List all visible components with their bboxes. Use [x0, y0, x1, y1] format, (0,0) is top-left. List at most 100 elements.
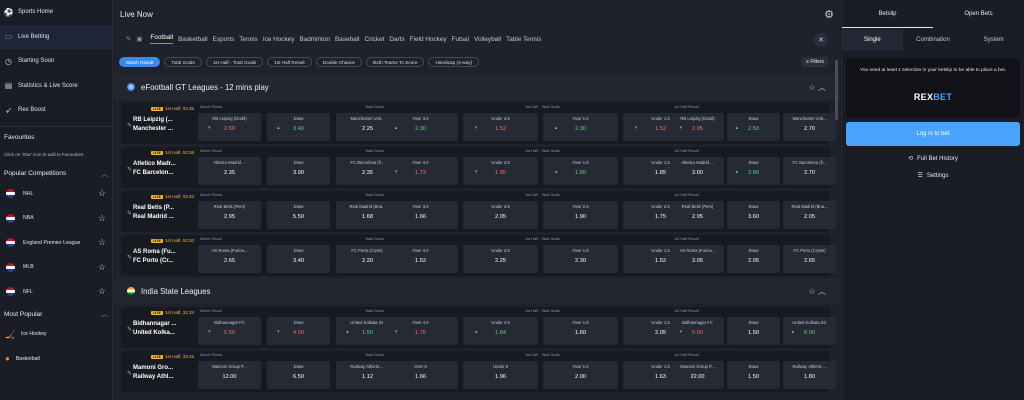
market-pill-1st-half-total-goals[interactable]: 1st Half - Total Goals: [205, 57, 264, 67]
tab-basketball[interactable]: Basketball: [178, 36, 208, 43]
odds-button[interactable]: Over 1.5 2.30: [543, 245, 618, 273]
tab-volleyball[interactable]: Volleyball: [474, 36, 501, 43]
odds-button[interactable]: ▾ Draw 4.00: [267, 317, 330, 345]
star-icon[interactable]: ☆: [98, 213, 106, 224]
sidebar-item-statistics-live-score[interactable]: ▤ Statistics & Live Score: [0, 74, 112, 99]
odds-button[interactable]: Under 3.5 2.25: [463, 245, 538, 273]
star-icon[interactable]: ☆: [809, 287, 818, 296]
tab-open-bets[interactable]: Open Bets: [933, 0, 1024, 28]
odds-button[interactable]: Mamoni Group P... 22.00: [671, 361, 724, 389]
odds-button[interactable]: Atletico Madrid ... 3.60: [671, 157, 724, 185]
odds-button[interactable]: Under 3.5 2.05: [463, 201, 538, 229]
odds-button[interactable]: ▴ Draw 2.50: [727, 113, 780, 141]
sidebar-item-live-betting[interactable]: ▭ Live Betting: [0, 24, 112, 49]
odds-button[interactable]: AS Roma (Furiou... 2.65: [198, 245, 261, 273]
filters-button[interactable]: ≡ Filters: [802, 57, 828, 67]
most-popular-ice-hockey[interactable]: 🏒 Ice Hockey: [0, 322, 112, 347]
match-row[interactable]: LIVE1st Half, 02:30✎AS Roma (Fu...0FC Po…: [121, 235, 836, 276]
star-icon[interactable]: ☆: [98, 286, 106, 297]
odds-button[interactable]: Draw 5.50: [267, 201, 330, 229]
tab-darts[interactable]: Darts: [389, 36, 404, 43]
odds-button[interactable]: FC Barcelona (fr... 2.70: [783, 157, 836, 185]
odds-button[interactable]: ▾ Bidhannagar FC 5.50: [671, 317, 724, 345]
match-row[interactable]: LIVE1st Half, 33:15✎Mamoni Gro...0Railwa…: [121, 351, 836, 392]
market-pill-both-teams-to-score[interactable]: Both Teams To Score: [366, 57, 425, 67]
odds-button[interactable]: ▾ Over 3.5 1.73: [383, 157, 458, 185]
odds-button[interactable]: Atletico Madrid ... 2.35: [198, 157, 261, 185]
odds-button[interactable]: Railway Athletic ... 1.80: [783, 361, 836, 389]
tab-tennis[interactable]: Tennis: [239, 36, 257, 43]
odds-button[interactable]: Under 5 1.96: [463, 361, 538, 389]
odds-button[interactable]: ▴ Over 1.5 1.80: [543, 157, 618, 185]
odds-button[interactable]: Draw 1.50: [727, 317, 780, 345]
chevron-up-icon[interactable]: ︿: [818, 83, 826, 92]
odds-button[interactable]: Draw 3.40: [267, 245, 330, 273]
market-pill-match-result[interactable]: Match Result: [119, 57, 161, 67]
odds-button[interactable]: ▾ Under 3.5 1.95: [463, 157, 538, 185]
odds-button[interactable]: ▴ Draw 3.40: [267, 113, 330, 141]
competition-nfl[interactable]: NFL ☆: [0, 280, 112, 305]
star-icon[interactable]: ☆: [98, 237, 106, 248]
odds-button[interactable]: ▾ RB Leipzig (Dodd) 2.60: [198, 113, 261, 141]
odds-button[interactable]: ▴ United Kolkata SC 6.00: [783, 317, 836, 345]
market-pill-total-goals[interactable]: Total Goals: [164, 57, 202, 67]
league-header[interactable]: eFootball GT Leagues - 12 mins play ☆ ︿: [114, 74, 840, 100]
market-pill-handicap-3-way-[interactable]: Handicap (3-way): [428, 57, 480, 67]
odds-button[interactable]: Over 5 1.66: [383, 361, 458, 389]
odds-button[interactable]: Over 1.5 2.00: [543, 361, 618, 389]
odds-button[interactable]: Over 3.5 1.66: [383, 201, 458, 229]
settings-link[interactable]: ☰ Settings: [842, 167, 1024, 184]
match-row[interactable]: LIVE1st Half, 02:33✎Real Betis (P...0Rea…: [121, 191, 836, 232]
popular-competitions-title[interactable]: Popular Competitions ︿: [0, 166, 112, 182]
odds-button[interactable]: Over 1.5 1.60: [543, 317, 618, 345]
odds-button[interactable]: ▴ Draw 2.80: [727, 157, 780, 185]
odds-button[interactable]: Mamoni Group P... 12.00: [198, 361, 261, 389]
match-row[interactable]: LIVE1st Half, 02:36✎Atletico Madr...1FC …: [121, 147, 836, 188]
sport-filter-icon[interactable]: ✎: [126, 35, 131, 43]
stats-icon[interactable]: ✎: [127, 122, 132, 129]
tab-betslip[interactable]: Betslip: [842, 0, 933, 28]
odds-button[interactable]: Real Madrid (Bna... 2.05: [783, 201, 836, 229]
odds-button[interactable]: Real Betis (Pers) 2.95: [671, 201, 724, 229]
odds-button[interactable]: ▴ Over 1.5 2.30: [543, 113, 618, 141]
tab-baseball[interactable]: Baseball: [335, 36, 360, 43]
most-popular-title[interactable]: Most Popular ︿: [0, 306, 112, 322]
odds-button[interactable]: ▴ Over 3.5 2.30: [383, 113, 458, 141]
match-row[interactable]: LIVE1st Half, 31:24✎Bidhannagar ...0Unit…: [121, 307, 836, 348]
tab-table-tennis[interactable]: Table Tennis: [506, 36, 541, 43]
chevron-up-icon[interactable]: ︿: [818, 287, 826, 296]
odds-button[interactable]: AS Roma (Furiou... 3.05: [671, 245, 724, 273]
odds-button[interactable]: Draw 1.50: [727, 361, 780, 389]
tab-combination[interactable]: Combination: [903, 29, 964, 51]
stats-icon[interactable]: ✎: [127, 166, 132, 173]
tab-field-hockey[interactable]: Field Hockey: [410, 36, 447, 43]
star-icon[interactable]: ☆: [98, 188, 106, 199]
tab-badminton[interactable]: Badminton: [299, 36, 330, 43]
most-popular-basketball[interactable]: ● Basketball: [0, 347, 112, 372]
odds-button[interactable]: Draw 6.50: [267, 361, 330, 389]
odds-button[interactable]: Over 3.5 1.52: [383, 245, 458, 273]
odds-button[interactable]: Real Betis (Pers) 2.95: [198, 201, 261, 229]
tab-system[interactable]: System: [963, 29, 1024, 51]
chevron-up-icon[interactable]: ︿: [101, 309, 108, 319]
star-icon[interactable]: ☆: [98, 262, 106, 273]
competition-mlb[interactable]: MLB ☆: [0, 255, 112, 280]
odds-button[interactable]: Draw 2.05: [727, 245, 780, 273]
tab-futsal[interactable]: Futsal: [452, 36, 469, 43]
odds-button[interactable]: Manchester Unit... 2.70: [783, 113, 836, 141]
sidebar-item-sports-home[interactable]: ⚽ Sports Home: [0, 0, 112, 25]
odds-button[interactable]: Draw 3.90: [267, 157, 330, 185]
odds-button[interactable]: ▾ Over 4.5 1.76: [383, 317, 458, 345]
chevron-up-icon[interactable]: ︿: [101, 169, 108, 179]
stats-icon[interactable]: ✎: [127, 370, 132, 377]
star-icon[interactable]: ☆: [809, 83, 818, 92]
odds-button[interactable]: ▾ Bidhannagar FC 5.60: [198, 317, 261, 345]
odds-button[interactable]: ▾ RB Leipzig (Dodd) 2.95: [671, 113, 724, 141]
main-scrollbar[interactable]: [835, 60, 838, 120]
tab-cricket[interactable]: Cricket: [365, 36, 385, 43]
gear-icon[interactable]: ⚙: [824, 8, 834, 21]
tab-single[interactable]: Single: [842, 29, 903, 51]
odds-button[interactable]: Draw 3.60: [727, 201, 780, 229]
market-pill-double-chance[interactable]: Double Chance: [315, 57, 363, 67]
login-to-bet-button[interactable]: Log in to bet: [846, 122, 1020, 146]
